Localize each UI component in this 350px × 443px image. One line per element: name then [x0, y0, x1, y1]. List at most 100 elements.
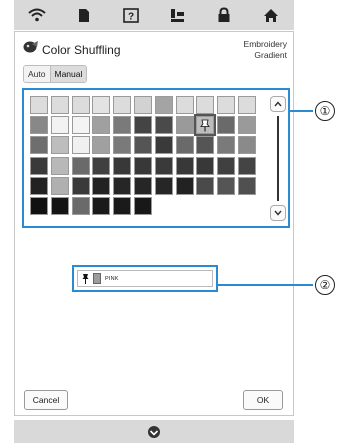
color-swatch[interactable] [237, 176, 256, 195]
color-swatch[interactable] [133, 116, 152, 135]
color-swatch[interactable] [50, 136, 69, 155]
color-swatch[interactable] [237, 156, 256, 175]
palette-highlight-frame [22, 88, 290, 228]
callout-line-2 [217, 284, 313, 286]
color-swatch[interactable] [92, 136, 111, 155]
palette-scrollbar[interactable] [270, 96, 286, 221]
color-swatch[interactable] [71, 136, 90, 155]
home-icon[interactable] [258, 4, 284, 26]
color-swatch[interactable] [113, 96, 132, 114]
color-swatch[interactable] [154, 116, 173, 135]
pin-icon [200, 119, 211, 137]
color-swatch[interactable] [237, 96, 256, 114]
color-swatch[interactable] [154, 156, 173, 175]
color-swatch[interactable] [50, 156, 69, 175]
document-icon[interactable] [71, 4, 97, 26]
color-swatch[interactable] [71, 176, 90, 195]
color-swatch[interactable] [71, 156, 90, 175]
color-swatch[interactable] [113, 176, 132, 195]
mode-label-line2: Gradient [254, 50, 287, 60]
color-swatch[interactable] [30, 136, 48, 155]
callout-2: ② [315, 275, 335, 295]
color-palette-grid [30, 96, 256, 215]
tab-auto[interactable]: Auto [24, 66, 50, 82]
color-swatch[interactable] [175, 156, 194, 175]
callout-line-1 [289, 110, 313, 112]
top-icon-bar: ? [14, 0, 294, 30]
color-swatch[interactable] [92, 176, 111, 195]
color-swatch[interactable] [30, 176, 48, 195]
scroll-track[interactable] [277, 116, 279, 201]
color-swatch[interactable] [50, 176, 69, 195]
color-swatch[interactable] [217, 176, 236, 195]
color-swatch[interactable] [196, 136, 215, 155]
color-swatch[interactable] [154, 136, 173, 155]
color-swatch[interactable] [92, 196, 111, 215]
tab-manual[interactable]: Manual [49, 66, 87, 82]
color-swatch[interactable] [92, 96, 111, 114]
thread-info-highlight-frame: PINK [72, 265, 218, 292]
color-swatch[interactable] [30, 96, 48, 114]
color-swatch[interactable] [113, 116, 132, 135]
color-swatch-selected[interactable] [194, 114, 217, 137]
color-swatch[interactable] [175, 96, 194, 114]
color-swatch[interactable] [154, 96, 173, 114]
color-swatch[interactable] [92, 156, 111, 175]
color-swatch[interactable] [50, 116, 69, 135]
color-swatch[interactable] [196, 176, 215, 195]
color-shuffling-icon [23, 40, 39, 59]
color-swatch[interactable] [133, 196, 152, 215]
title-row: Color Shuffling [23, 40, 121, 59]
color-swatch[interactable] [30, 156, 48, 175]
color-swatch[interactable] [133, 136, 152, 155]
color-swatch[interactable] [113, 156, 132, 175]
color-swatch[interactable] [30, 196, 48, 215]
lock-icon[interactable] [211, 4, 237, 26]
mode-toggle: Auto Manual [23, 65, 88, 83]
color-swatch[interactable] [113, 196, 132, 215]
spool-icon [93, 273, 101, 284]
scroll-down-button[interactable] [270, 205, 286, 221]
ok-button[interactable]: OK [243, 390, 283, 410]
color-swatch[interactable] [133, 176, 152, 195]
color-swatch[interactable] [71, 116, 90, 135]
color-swatch[interactable] [196, 96, 215, 114]
pin-icon [82, 274, 89, 284]
color-swatch[interactable] [217, 116, 236, 135]
color-swatch[interactable] [71, 96, 90, 114]
color-swatch[interactable] [133, 156, 152, 175]
color-swatch[interactable] [217, 136, 236, 155]
color-swatch[interactable] [237, 136, 256, 155]
color-swatch[interactable] [196, 156, 215, 175]
color-swatch[interactable] [71, 196, 90, 215]
chevron-down-icon [274, 210, 282, 216]
cancel-button[interactable]: Cancel [24, 390, 68, 410]
color-swatch[interactable] [154, 176, 173, 195]
color-swatch[interactable] [30, 116, 48, 135]
selected-thread-box: PINK [77, 270, 213, 287]
color-swatch[interactable] [175, 176, 194, 195]
needle-position-icon[interactable] [147, 425, 161, 439]
thread-name: PINK [105, 275, 119, 282]
mode-label-line1: Embroidery [243, 39, 287, 49]
page-title: Color Shuffling [42, 42, 121, 57]
color-swatch[interactable] [113, 136, 132, 155]
color-swatch[interactable] [217, 96, 236, 114]
color-swatch[interactable] [92, 116, 111, 135]
color-swatch[interactable] [50, 96, 69, 114]
help-icon[interactable]: ? [118, 4, 144, 26]
color-swatch[interactable] [50, 196, 69, 215]
color-shuffling-panel: Color Shuffling Embroidery Gradient Auto… [14, 31, 294, 416]
color-swatch[interactable] [175, 136, 194, 155]
color-swatch[interactable] [217, 156, 236, 175]
callout-1: ① [315, 101, 335, 121]
color-swatch[interactable] [237, 116, 256, 135]
wifi-icon[interactable] [24, 4, 50, 26]
color-swatch[interactable] [133, 96, 152, 114]
scroll-up-button[interactable] [270, 96, 286, 112]
svg-text:?: ? [128, 11, 134, 22]
embroidery-frame-icon[interactable] [164, 4, 190, 26]
color-swatch[interactable] [175, 116, 194, 135]
mode-label: Embroidery Gradient [244, 39, 287, 61]
chevron-up-icon [274, 101, 282, 107]
